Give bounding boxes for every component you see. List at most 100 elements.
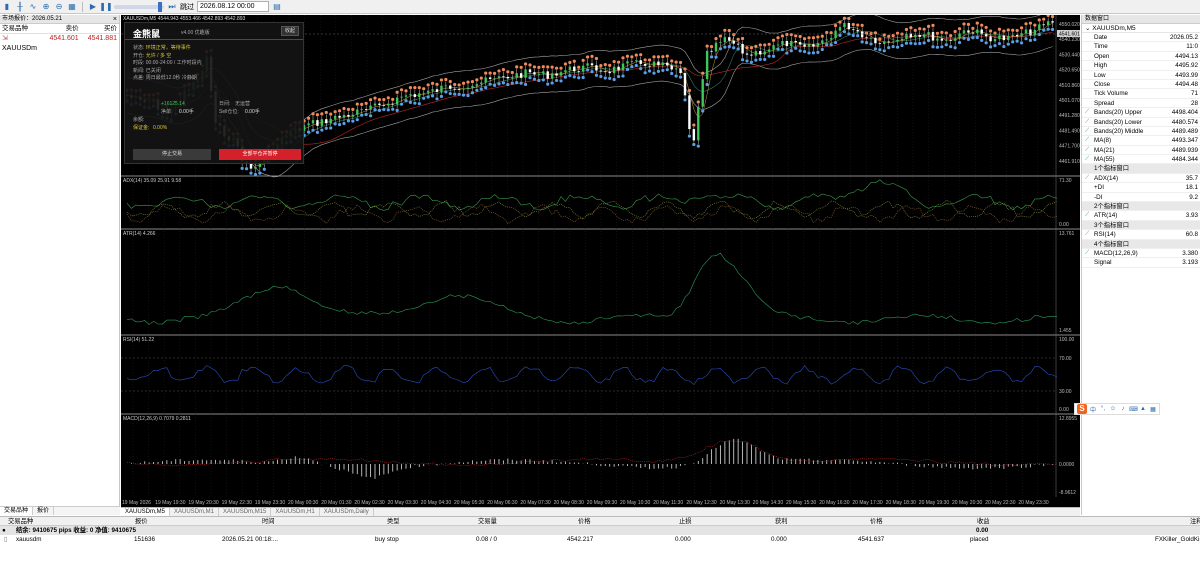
tab-chart-h1[interactable]: XAUUSDm,H1 [271,508,320,516]
skin-icon[interactable]: ▲ [1139,406,1147,412]
data-window-value: 60.8 [1185,231,1198,239]
jump-button[interactable]: 跳过 [180,2,194,12]
signal-dot-blue [745,59,749,63]
speed-slider[interactable] [114,1,164,12]
signal-dot-blue [949,45,953,49]
column-bid[interactable]: 卖价 [40,24,79,33]
candle-body [639,60,642,64]
col-tp[interactable]: 获利 [775,517,788,526]
jump-date-input[interactable]: 2026.08.12 00:00 [197,1,269,12]
col-type[interactable]: 类型 [387,517,400,526]
signal-dot-blue [922,41,926,45]
col-ticket[interactable]: 报价 [135,517,148,526]
col-cur-price[interactable]: 价格 [870,517,883,526]
signal-dot-orange [519,65,523,69]
candle-body [626,61,629,64]
balance-summary-row[interactable]: ● 结余: 9410675 pips 收益: 0 净值: 9410675 0.0… [0,526,1200,535]
signal-dot-orange [780,34,785,38]
ea-margin-label: 保证金: [133,125,150,131]
microphone-icon[interactable]: ♪ [1119,406,1127,412]
speed-slider-knob[interactable] [158,1,162,12]
column-symbol[interactable]: 交易品种 [0,24,40,33]
calendar-icon[interactable]: ▤ [272,2,282,12]
signal-dot-blue [634,63,638,68]
data-window-row: Open 4494.13 [1082,52,1200,62]
data-window-key: MA(21) [1094,146,1115,154]
signal-dot-orange [931,23,935,27]
punctuation-icon[interactable]: °, [1099,406,1107,412]
candlestick-icon[interactable]: ╫ [15,2,25,12]
candle-body [666,62,669,66]
signal-dot-blue [709,55,714,59]
signal-dot-orange [997,27,1002,31]
ea-info-line: 开仓: 允许 / 多 空 [133,52,172,59]
signal-dot-orange [368,98,373,102]
data-window-value [1160,202,1200,210]
price-scale-label: 4491.280 [1059,113,1080,119]
data-window-value: 11:0 [1186,43,1198,51]
chinese-mode-icon[interactable]: 中 [1089,405,1097,414]
candle-body [475,84,479,86]
tab-chart-m5[interactable]: XAUUSDm,M5 [121,508,171,516]
emoji-icon[interactable]: ☺ [1109,406,1117,412]
col-time[interactable]: 时间 [262,517,275,526]
col-profit[interactable]: 收益 [977,517,990,526]
data-window-value: 4489.939 [1171,146,1198,154]
candle-body [519,73,523,78]
market-watch-row[interactable]: ⇲ XAUUSDm 4541.601 4541.881 [0,34,119,52]
expand-icon[interactable]: ● [2,526,6,535]
tab-symbols[interactable]: 交易品种 [0,507,34,515]
tab-chart-daily[interactable]: XAUUSDm,Daily [320,508,374,516]
col-comment[interactable]: 注释 [1190,517,1200,526]
pause-icon[interactable]: ❚❚ [99,2,112,12]
line-chart-icon[interactable]: ∿ [28,2,38,12]
signal-dot-blue [935,45,940,49]
signal-dot-blue [997,41,1002,46]
bar-chart-icon[interactable]: ▮ [2,2,12,12]
col-sl[interactable]: 止损 [679,517,692,526]
signal-dot-orange [612,59,616,64]
signal-dot-blue [608,76,612,80]
signal-dot-blue [980,38,984,42]
signal-dot-orange [492,71,497,76]
signal-dot-orange [745,46,749,50]
skip-icon[interactable]: ⏭ [167,2,177,12]
signal-dot-blue [519,81,523,85]
grid-menu-icon[interactable]: ▦ [1149,406,1157,413]
close-all-button[interactable]: 全部平仓并暂停 [219,149,301,160]
signal-dot-orange [532,65,537,69]
time-axis-label: 20 May 17:30 [852,500,883,506]
data-window-row: -DI 9.2 [1082,193,1200,203]
play-icon[interactable]: ▶ [88,2,98,12]
order-row[interactable]: ▯ xauusdm 151636 2026.05.21 00:18:... bu… [0,535,1200,544]
signal-dot-orange [563,62,568,66]
chart-window[interactable]: 4550.020 4540.230 4530.440 4520.650 4510.860… [121,15,1080,507]
candle-body [471,85,474,88]
signal-dot-orange [776,36,780,40]
tab-quotes[interactable]: 报价 [33,507,55,515]
tab-chart-m1[interactable]: XAUUSDm,M1 [170,508,220,516]
keyboard-icon[interactable]: ⌨ [1129,406,1138,413]
stop-trading-button[interactable]: 停止交易 [133,149,211,160]
col-volume[interactable]: 交易量 [478,517,497,526]
ea-info-list: 状态: 环境正常，等待事件 开仓: 允许 / 多 空 时段: 00:00-24:… [125,40,303,83]
zoom-out-icon[interactable]: ⊖ [54,2,64,12]
signal-dot-blue [1046,27,1050,31]
col-symbol[interactable]: 交易品种 [8,517,33,526]
signal-dot-blue [563,75,568,79]
col-price[interactable]: 价格 [578,517,591,526]
data-window-value: 4493.99 [1175,71,1198,79]
data-window-key: +DI [1094,184,1104,192]
tile-windows-icon[interactable]: ▦ [67,2,77,12]
close-icon[interactable]: × [113,15,117,24]
candle-body [537,73,541,75]
column-ask[interactable]: 买价 [79,24,119,33]
candle-body [648,65,651,67]
tab-chart-m15[interactable]: XAUUSDm,M15 [219,508,272,516]
ea-collapse-button[interactable]: 收起 [281,26,299,36]
signal-dot-blue [878,48,882,52]
zoom-in-icon[interactable]: ⊕ [41,2,51,12]
candle-body [670,65,673,70]
ime-logo-icon[interactable]: S [1077,404,1087,414]
signal-dot-orange [355,102,359,106]
